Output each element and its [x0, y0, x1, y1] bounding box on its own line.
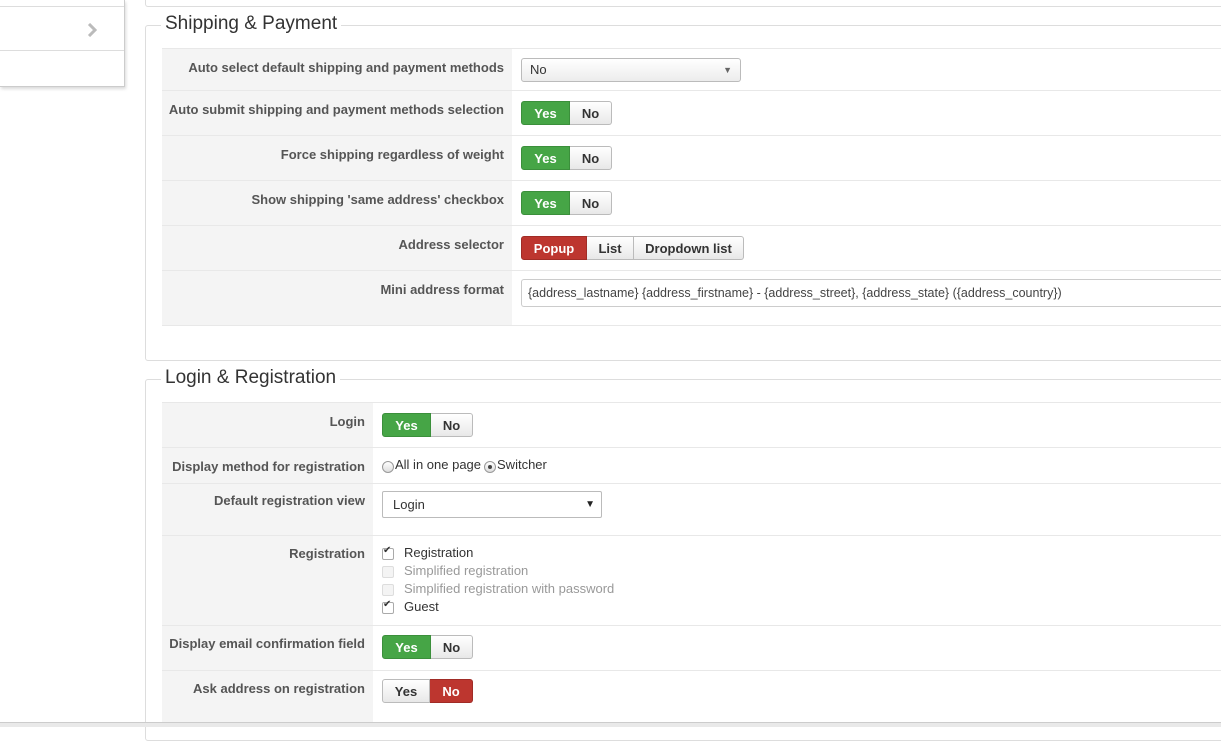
- yes-button[interactable]: Yes: [521, 146, 570, 170]
- registration-options: Registration Simplified registration Sim…: [382, 545, 782, 625]
- default-view-select[interactable]: Login ▼: [382, 491, 602, 518]
- ask-address-toggle: Yes No: [382, 679, 473, 703]
- shipping-payment-legend: Shipping & Payment: [161, 13, 342, 35]
- ask-address-row: Ask address on registration Yes No: [162, 670, 1221, 723]
- checkbox-label: Simplified registration with password: [404, 581, 615, 596]
- checkbox-simplified-registration-password: Simplified registration with password: [382, 581, 614, 596]
- email-confirm-toggle: Yes No: [382, 635, 473, 659]
- address-selector-row: Address selector Popup List Dropdown lis…: [162, 225, 1221, 271]
- display-method-radios: All in one page Switcher: [382, 457, 547, 473]
- no-button[interactable]: No: [431, 413, 473, 437]
- checkbox-checked[interactable]: [382, 545, 394, 560]
- address-selector-label: Address selector: [162, 226, 512, 271]
- registration-label: Registration: [162, 536, 373, 628]
- mini-address-row: Mini address format {address_lastname} {…: [162, 270, 1221, 326]
- ask-address-label: Ask address on registration: [162, 671, 373, 723]
- checkbox-label: Guest: [404, 599, 439, 614]
- caret-down-icon: ▼: [585, 499, 595, 510]
- checkbox-label: Registration: [404, 545, 474, 560]
- mini-address-input[interactable]: {address_lastname} {address_firstname} -…: [521, 279, 1221, 307]
- email-confirm-row: Display email confirmation field Yes No: [162, 625, 1221, 671]
- login-row: Login Yes No: [162, 402, 1221, 448]
- login-registration-legend: Login & Registration: [161, 367, 341, 389]
- yes-button[interactable]: Yes: [382, 679, 430, 703]
- yes-button[interactable]: Yes: [521, 191, 570, 215]
- radio-all-in-one-label: All in one page: [395, 457, 482, 472]
- checkbox-registration[interactable]: Registration: [382, 545, 473, 560]
- sidebar-menu: ›: [0, 0, 125, 87]
- checkbox-disabled: [382, 583, 394, 596]
- same-address-row: Show shipping 'same address' checkbox Ye…: [162, 180, 1221, 226]
- yes-button[interactable]: Yes: [382, 635, 431, 659]
- caret-down-icon: ▼: [723, 65, 732, 75]
- default-view-value: Login: [393, 497, 425, 512]
- auto-submit-row: Auto submit shipping and payment methods…: [162, 90, 1221, 136]
- default-view-label: Default registration view: [162, 484, 373, 536]
- same-address-label: Show shipping 'same address' checkbox: [162, 181, 512, 226]
- no-button[interactable]: No: [570, 146, 612, 170]
- chevron-right-icon: [86, 22, 98, 38]
- email-confirm-label: Display email confirmation field: [162, 626, 373, 671]
- yes-button[interactable]: Yes: [382, 413, 431, 437]
- auto-submit-label: Auto submit shipping and payment methods…: [162, 91, 512, 136]
- horizontal-scrollbar[interactable]: [0, 722, 1221, 727]
- auto-select-row: Auto select default shipping and payment…: [162, 48, 1221, 91]
- checkbox-checked[interactable]: [382, 599, 394, 614]
- auto-select-value: No: [530, 62, 547, 77]
- address-selector-toggle: Popup List Dropdown list: [521, 236, 744, 260]
- default-view-row: Default registration view Login ▼: [162, 483, 1221, 536]
- display-method-label: Display method for registration: [162, 448, 373, 484]
- no-button[interactable]: No: [431, 635, 473, 659]
- force-shipping-label: Force shipping regardless of weight: [162, 136, 512, 181]
- auto-select-label: Auto select default shipping and payment…: [162, 49, 512, 91]
- registration-row: Registration Registration Simplified reg…: [162, 535, 1221, 628]
- checkbox-guest[interactable]: Guest: [382, 599, 439, 614]
- force-shipping-toggle: Yes No: [521, 146, 612, 170]
- force-shipping-row: Force shipping regardless of weight Yes …: [162, 135, 1221, 181]
- no-button[interactable]: No: [570, 101, 612, 125]
- checkbox-disabled: [382, 565, 394, 578]
- same-address-toggle: Yes No: [521, 191, 612, 215]
- radio-all-in-one[interactable]: [382, 460, 394, 473]
- checkbox-simplified-registration: Simplified registration: [382, 563, 528, 578]
- dropdown-list-button[interactable]: Dropdown list: [634, 236, 744, 260]
- popup-button[interactable]: Popup: [521, 236, 587, 260]
- no-button[interactable]: No: [570, 191, 612, 215]
- login-label: Login: [162, 403, 373, 448]
- sidebar-item[interactable]: [0, 13, 124, 51]
- previous-panel: [145, 0, 1221, 7]
- yes-button[interactable]: Yes: [521, 101, 570, 125]
- auto-submit-toggle: Yes No: [521, 101, 612, 125]
- list-button[interactable]: List: [587, 236, 634, 260]
- radio-switcher-label: Switcher: [497, 457, 547, 472]
- login-toggle: Yes No: [382, 413, 473, 437]
- mini-address-label: Mini address format: [162, 271, 512, 325]
- sidebar-item[interactable]: ›: [0, 0, 124, 7]
- no-button[interactable]: No: [430, 679, 473, 703]
- auto-select-dropdown[interactable]: No ▼: [521, 58, 741, 82]
- display-method-row: Display method for registration All in o…: [162, 447, 1221, 484]
- checkbox-label: Simplified registration: [404, 563, 529, 578]
- radio-switcher[interactable]: [484, 460, 497, 473]
- chevron-right-icon: ›: [86, 0, 98, 4]
